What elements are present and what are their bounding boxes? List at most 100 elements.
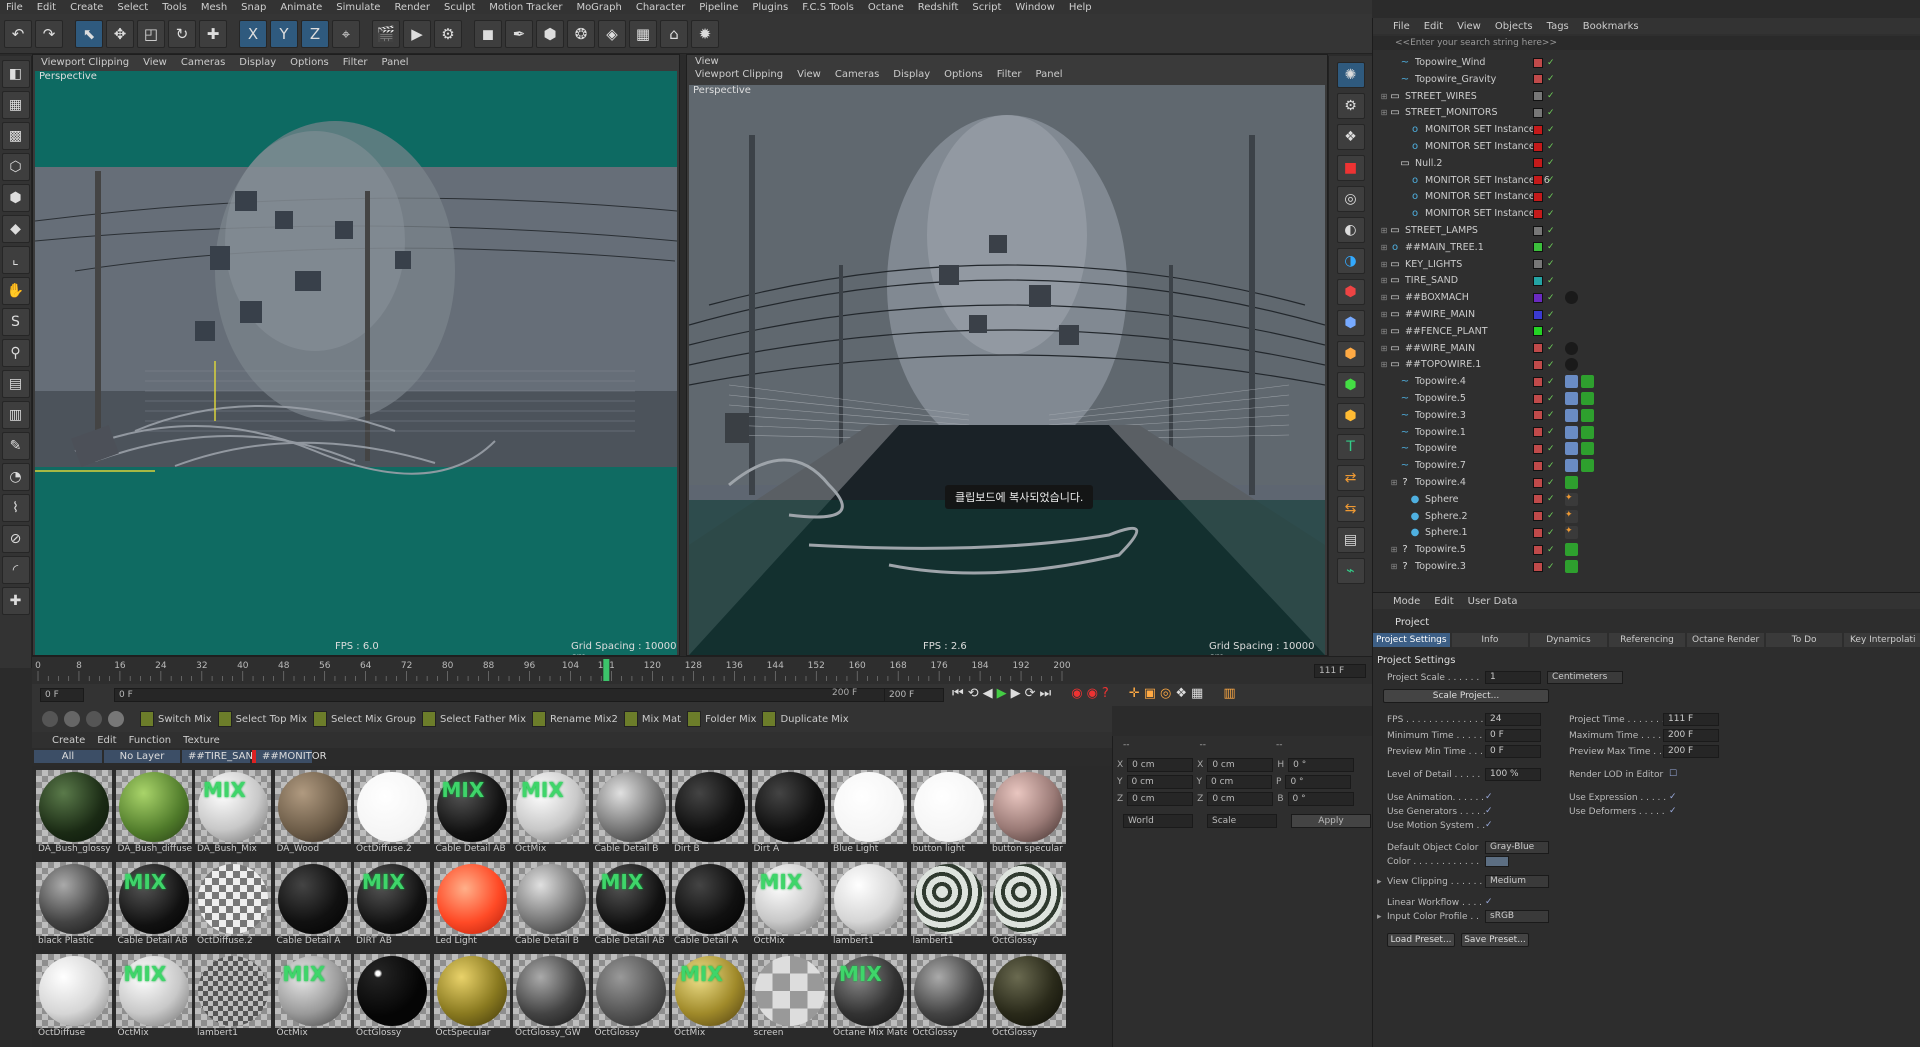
timeline-panel-icon[interactable]: ▥ [1223,686,1235,701]
tree-expand-icon[interactable]: ⊞ [1379,344,1389,353]
octane-daylight-icon[interactable]: ◐ [1336,217,1365,243]
coords-value-field[interactable]: 0 cm [1207,758,1274,772]
menu-window[interactable]: Window [1015,2,1054,13]
menu-plugins[interactable]: Plugins [752,2,788,13]
object-tree-item[interactable]: ⊞? Topowire.3 ✓ [1373,558,1920,575]
attributes-menu-mode[interactable]: Mode [1393,596,1420,607]
visibility-check-icon[interactable]: ✓ [1547,511,1555,521]
layer-color-swatch[interactable] [1533,292,1543,303]
axis-mode-icon[interactable]: ⌞ [1,246,30,274]
visibility-check-icon[interactable]: ✓ [1547,343,1555,353]
visibility-check-icon[interactable]: ✓ [1547,226,1555,236]
material-swatch[interactable]: Cable Detail B [592,770,669,857]
layer-color-swatch[interactable] [1533,191,1543,202]
viewport-right-menu-options[interactable]: Options [944,69,983,80]
material-swatch[interactable]: MIX DIRT AB [354,862,430,949]
color-swatch[interactable] [1485,856,1509,867]
max-time-field[interactable]: 200 F [1663,729,1719,742]
material-filter-tab[interactable]: ##MONITOR [252,749,327,763]
visibility-check-icon[interactable]: ✓ [1547,494,1555,504]
menu-render[interactable]: Render [394,2,430,13]
mix-tool-duplicate-mix-button[interactable]: Duplicate Mix [762,711,849,727]
object-menu-edit[interactable]: Edit [1424,21,1443,32]
visibility-check-icon[interactable]: ✓ [1547,562,1555,572]
spline-tool-icon[interactable]: ⌁ [1336,558,1365,584]
visibility-check-icon[interactable]: ✓ [1547,209,1555,219]
visibility-check-icon[interactable]: ✓ [1547,427,1555,437]
preview-range-start[interactable]: 0 F [114,688,894,702]
material-swatch[interactable]: OctGlossy [910,954,987,1041]
object-menu-view[interactable]: View [1457,21,1481,32]
move-key-icon[interactable]: ✛ [1129,686,1140,701]
octane-object-tag-icon[interactable] [1581,459,1594,473]
material-tag-icon[interactable] [1565,358,1578,372]
object-tree-item[interactable]: ⊞? Topowire.5 ✓ [1373,541,1920,558]
menu-simulate[interactable]: Simulate [336,2,380,13]
object-tree-item[interactable]: o MONITOR SET Instance.2 ✓ [1373,205,1920,222]
material-swatch[interactable]: MIX DA_Bush_Mix [195,770,271,857]
menu-script[interactable]: Script [972,2,1001,13]
redo-icon[interactable]: ↷ [35,19,63,48]
visibility-check-icon[interactable]: ✓ [1547,326,1555,336]
object-tree-item[interactable]: ● Sphere.1 ✓ ✦ [1373,524,1920,541]
visibility-check-icon[interactable]: ✓ [1547,293,1555,303]
tweak-icon[interactable]: ✋ [1,277,30,305]
settings-gear-icon[interactable]: ⚙ [1336,93,1365,119]
mix-tool-rename-mix2-button[interactable]: Rename Mix2 [531,711,618,727]
paint-icon[interactable]: ✎ [1,432,30,460]
material-swatch[interactable]: OctGlossy_GW [513,954,589,1041]
project-time-field[interactable]: 111 F [1663,713,1719,726]
layer-color-swatch[interactable] [1533,343,1543,354]
visibility-check-icon[interactable]: ✓ [1547,192,1555,202]
object-menu-file[interactable]: File [1393,21,1410,32]
object-menu-bookmarks[interactable]: Bookmarks [1583,21,1639,32]
material-tag-icon[interactable] [1565,341,1578,355]
snap-icon[interactable]: ⚲ [1,339,30,367]
input-color-select[interactable]: sRGB [1485,910,1549,923]
material-swatch[interactable]: OctGlossy [592,954,669,1041]
coords-scale-select[interactable]: Scale [1207,814,1277,828]
viewport-right-menu-panel[interactable]: Panel [1036,69,1063,80]
material-swatch[interactable]: MIX OctMix [274,954,351,1041]
param-key-icon[interactable]: ❖ [1175,686,1187,701]
next-frame-icon[interactable]: ▶ [1011,686,1021,701]
polygons-mode-icon[interactable]: ◆ [1,215,30,243]
menu-character[interactable]: Character [636,2,685,13]
octane-object-tag-icon[interactable] [1581,442,1594,456]
use-deformers-checkbox[interactable]: ✓ [1669,806,1677,816]
object-menu-tags[interactable]: Tags [1547,21,1569,32]
menu-pipeline[interactable]: Pipeline [699,2,738,13]
preview-min-field[interactable]: 0 F [1485,745,1541,758]
material-menu-texture[interactable]: Texture [183,735,220,746]
light-icon[interactable]: ✹ [691,19,719,48]
tag-icon[interactable] [1565,375,1578,389]
material-swatch[interactable]: OctGlossy [990,862,1066,949]
viewport-right-menu-cameras[interactable]: Cameras [835,69,879,80]
layer-color-swatch[interactable] [1533,511,1543,522]
layer-color-swatch[interactable] [1533,208,1543,219]
material-menu-function[interactable]: Function [129,735,172,746]
layer-color-swatch[interactable] [1533,309,1543,320]
object-tree-item[interactable]: ~ Topowire.3 ✓ [1373,407,1920,424]
material-swatch[interactable]: button specular [990,770,1066,857]
material-swatch[interactable]: lambert1 [195,954,271,1041]
object-tree-item[interactable]: ▭ Null.2 ✓ [1373,155,1920,172]
object-tree-item[interactable]: ~ Topowire.5 ✓ [1373,390,1920,407]
material-swatch[interactable]: DA_Bush_glossy [36,770,112,857]
visibility-check-icon[interactable]: ✓ [1547,377,1555,387]
menu-sculpt[interactable]: Sculpt [444,2,475,13]
swap-icon[interactable]: ⇄ [1336,465,1365,491]
object-tree-item[interactable]: o MONITOR SET Instance.3 ✓ [1373,188,1920,205]
add-point-icon[interactable]: ✚ [1,587,30,615]
object-tree-item[interactable]: ⊞ ▭ STREET_WIRES ✓ [1373,88,1920,105]
tab-to-do[interactable]: To Do [1765,633,1843,647]
octane-object-tag-icon[interactable] [1581,392,1594,405]
visibility-check-icon[interactable]: ✓ [1547,394,1555,404]
material-swatch[interactable]: MIX Cable Detail AB [433,770,510,857]
object-tree-item[interactable]: ~ Topowire.4 ✓ [1373,373,1920,390]
menu-snap[interactable]: Snap [241,2,266,13]
visibility-check-icon[interactable]: ✓ [1547,444,1555,454]
preview-max-field[interactable]: 200 F [1663,745,1719,758]
viewport-left-menu-panel[interactable]: Panel [382,57,409,68]
layer-color-swatch[interactable] [1533,57,1543,68]
